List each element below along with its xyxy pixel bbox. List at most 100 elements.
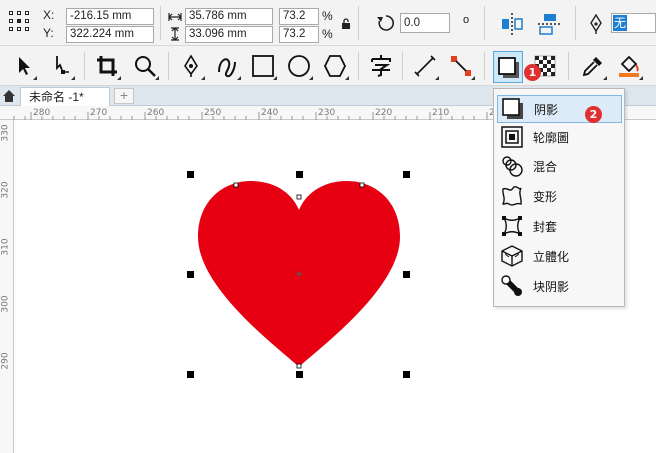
pen-nib-icon <box>184 54 198 77</box>
eyedropper-tool[interactable] <box>578 50 608 82</box>
menu-item-blend[interactable]: 混合 <box>497 153 622 181</box>
add-tab-button[interactable]: + <box>114 88 134 104</box>
ruler-label: 290 <box>0 352 11 370</box>
ruler-label: 220 <box>375 108 393 118</box>
ruler-label: 240 <box>261 108 279 118</box>
text-tool[interactable] <box>366 50 396 82</box>
separator <box>402 52 403 80</box>
menu-item-extrude[interactable]: 立體化 <box>497 243 622 271</box>
selection-handle[interactable] <box>296 171 303 178</box>
height-field[interactable]: 33.096 mm <box>185 26 273 43</box>
magnifier-icon <box>135 56 156 77</box>
scale-height-field[interactable]: 73.2 <box>279 26 319 43</box>
outline-pen-icon[interactable] <box>588 13 604 37</box>
menu-item-contour[interactable]: 轮廓圖 <box>497 124 622 152</box>
home-icon[interactable] <box>2 89 16 106</box>
selection-handle[interactable] <box>403 371 410 378</box>
dimension-icon <box>414 55 436 77</box>
object-origin-icon[interactable] <box>8 10 30 35</box>
selection-handle[interactable] <box>187 271 194 278</box>
rectangle-icon <box>252 55 274 77</box>
flyout-indicator <box>155 76 159 80</box>
eyedropper-icon <box>582 57 602 77</box>
selection-handle[interactable] <box>296 371 303 378</box>
step-badge-1: 1 <box>524 64 541 81</box>
extrude-icon <box>501 245 523 270</box>
drop-shadow-icon <box>498 57 519 78</box>
menu-item-block-shadow[interactable]: 块阴影 <box>497 273 622 301</box>
selection-handle[interactable] <box>187 371 194 378</box>
interactive-fill-tool[interactable] <box>614 50 644 82</box>
separator <box>358 52 359 80</box>
flyout-indicator <box>71 76 75 80</box>
ruler-label: 260 <box>147 108 165 118</box>
ruler-label: 210 <box>432 108 450 118</box>
pointer-icon <box>19 57 30 75</box>
tab-document[interactable]: 未命名 -1* <box>20 87 110 106</box>
separator <box>84 52 85 80</box>
property-bar: X: Y: -216.15 mm 322.224 mm 35.786 mm 33… <box>0 0 656 46</box>
lock-ratio-icon[interactable] <box>341 18 351 33</box>
hexagon-icon <box>323 55 347 77</box>
drop-shadow-tool[interactable] <box>493 51 523 83</box>
text-icon <box>371 55 391 77</box>
contour-icon <box>501 126 523 151</box>
crop-icon <box>97 56 117 76</box>
menu-item-label: 块阴影 <box>533 280 570 294</box>
connector-tool[interactable] <box>446 50 476 82</box>
menu-item-envelope[interactable]: 封套 <box>497 213 622 241</box>
shape-tool[interactable] <box>46 50 76 82</box>
selection-handle[interactable] <box>187 171 194 178</box>
ruler-label: 300 <box>0 295 11 313</box>
separator <box>484 52 485 80</box>
mirror-vertical-icon[interactable] <box>537 12 561 39</box>
block-shadow-icon <box>501 275 523 300</box>
flyout-indicator <box>603 76 607 80</box>
rectangle-tool[interactable] <box>248 50 278 82</box>
y-position-field[interactable]: 322.224 mm <box>66 26 154 43</box>
freehand-tool[interactable] <box>176 50 206 82</box>
menu-item-drop-shadow[interactable]: 阴影 <box>497 95 622 123</box>
flyout-indicator <box>471 76 475 80</box>
separator <box>160 6 161 40</box>
height-icon <box>170 27 180 44</box>
pick-tool[interactable] <box>8 50 38 82</box>
envelope-icon <box>501 215 523 240</box>
percent-label: % <box>322 27 333 41</box>
x-position-field[interactable]: -216.15 mm <box>66 8 154 25</box>
ruler-label: 330 <box>0 124 11 142</box>
mirror-horizontal-icon[interactable] <box>500 12 524 39</box>
drop-shadow-icon <box>502 98 524 123</box>
artistic-media-tool[interactable] <box>212 50 242 82</box>
flyout-indicator <box>309 76 313 80</box>
scale-width-field[interactable]: 73.2 <box>279 8 319 25</box>
ruler-label: 320 <box>0 181 11 199</box>
rotate-icon <box>376 13 396 36</box>
flyout-indicator <box>273 76 277 80</box>
ruler-label: 230 <box>318 108 336 118</box>
parallel-dimension-tool[interactable] <box>410 50 440 82</box>
brush-curve-icon <box>218 58 236 78</box>
crop-tool[interactable] <box>92 50 122 82</box>
menu-item-distort[interactable]: 变形 <box>497 183 622 211</box>
vertical-ruler[interactable]: 330 320 310 300 290 <box>0 120 14 453</box>
menu-item-label: 轮廓圖 <box>533 131 570 145</box>
flyout-indicator <box>201 76 205 80</box>
polygon-tool[interactable] <box>320 50 350 82</box>
separator <box>168 52 169 80</box>
zoom-tool[interactable] <box>130 50 160 82</box>
rotation-angle-field[interactable]: 0.0 <box>400 13 450 33</box>
flyout-indicator <box>33 76 37 80</box>
separator <box>575 6 576 40</box>
width-icon <box>168 11 182 25</box>
selection-handle[interactable] <box>403 171 410 178</box>
ruler-label: 250 <box>204 108 222 118</box>
selection-handle[interactable] <box>403 271 410 278</box>
step-badge-2: 2 <box>585 106 602 123</box>
width-field[interactable]: 35.786 mm <box>185 8 273 25</box>
ruler-label: 270 <box>90 108 108 118</box>
ellipse-tool[interactable] <box>284 50 314 82</box>
outline-width-field[interactable]: 无 <box>611 13 656 33</box>
outline-value: 无 <box>613 15 628 31</box>
separator <box>484 6 485 40</box>
